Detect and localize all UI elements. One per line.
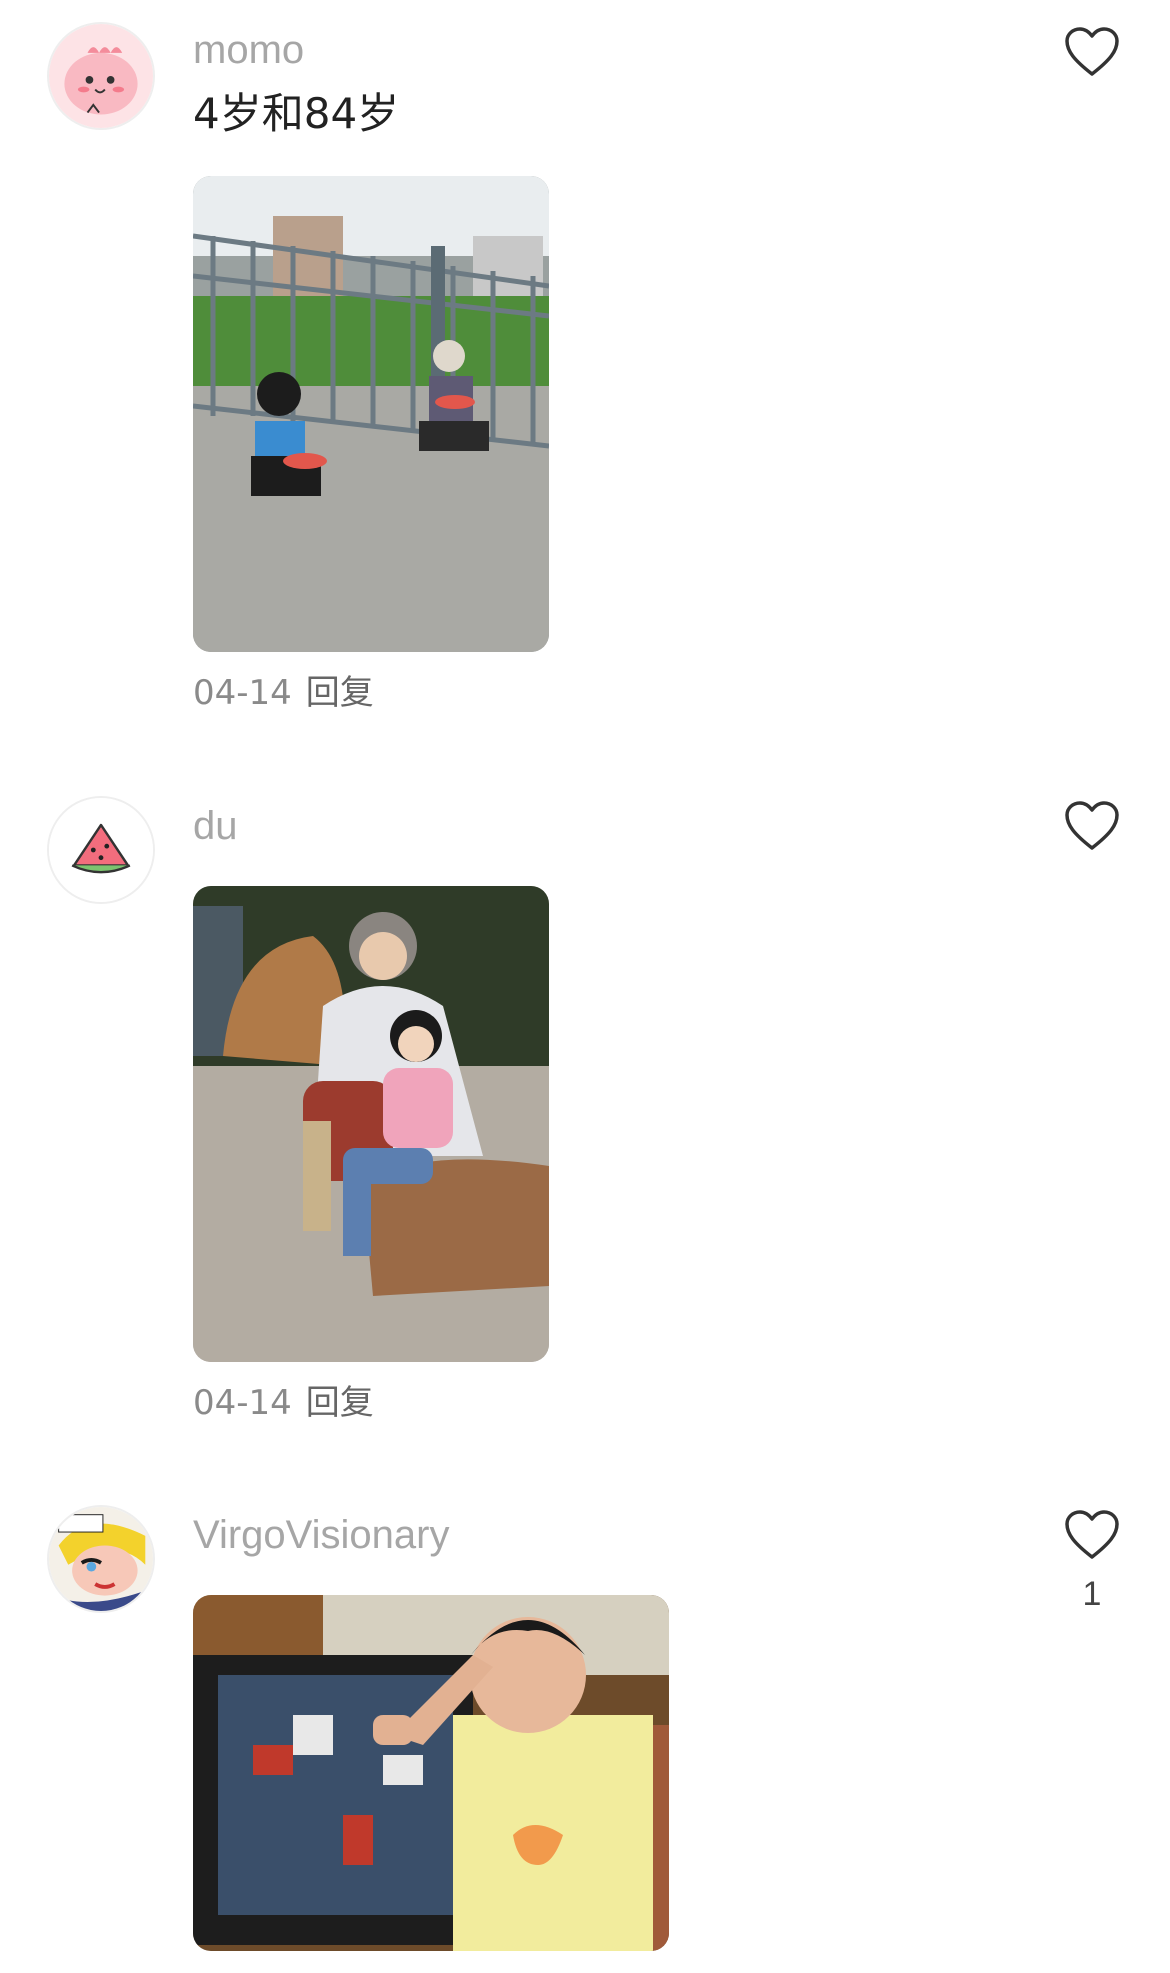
avatar[interactable] bbox=[47, 796, 155, 904]
username[interactable]: VirgoVisionary bbox=[193, 1515, 449, 1555]
heart-icon bbox=[1065, 27, 1119, 76]
like-button[interactable] bbox=[1064, 800, 1120, 852]
reply-button[interactable]: 回复 bbox=[306, 1383, 374, 1423]
comment-text: 4岁和84岁 bbox=[193, 89, 400, 138]
comment-meta: 04-14 回复 bbox=[193, 1386, 374, 1420]
comment-photo[interactable] bbox=[193, 176, 549, 652]
avatar[interactable] bbox=[47, 22, 155, 130]
comment-date: 04-14 bbox=[193, 673, 292, 713]
comment-meta: 04-14 回复 bbox=[193, 676, 374, 710]
watermelon-slice-icon bbox=[49, 798, 153, 902]
reply-button[interactable]: 回复 bbox=[306, 673, 374, 713]
heart-icon bbox=[1065, 1510, 1119, 1559]
heart-icon bbox=[1065, 801, 1119, 850]
comment-photo[interactable] bbox=[193, 1595, 669, 1951]
like-button[interactable] bbox=[1064, 26, 1120, 78]
pink-dinosaur-icon bbox=[49, 24, 153, 128]
photo-image bbox=[193, 1595, 669, 1951]
comment-photo[interactable] bbox=[193, 886, 549, 1362]
like-button[interactable] bbox=[1064, 1509, 1120, 1561]
avatar[interactable] bbox=[47, 1505, 155, 1613]
username[interactable]: du bbox=[193, 806, 238, 846]
pop-art-face-icon bbox=[49, 1507, 153, 1611]
like-count: 1 bbox=[1082, 1575, 1102, 1613]
comment-date: 04-14 bbox=[193, 1383, 292, 1423]
photo-image bbox=[193, 176, 549, 652]
photo-image bbox=[193, 886, 549, 1362]
username[interactable]: momo bbox=[193, 30, 304, 70]
